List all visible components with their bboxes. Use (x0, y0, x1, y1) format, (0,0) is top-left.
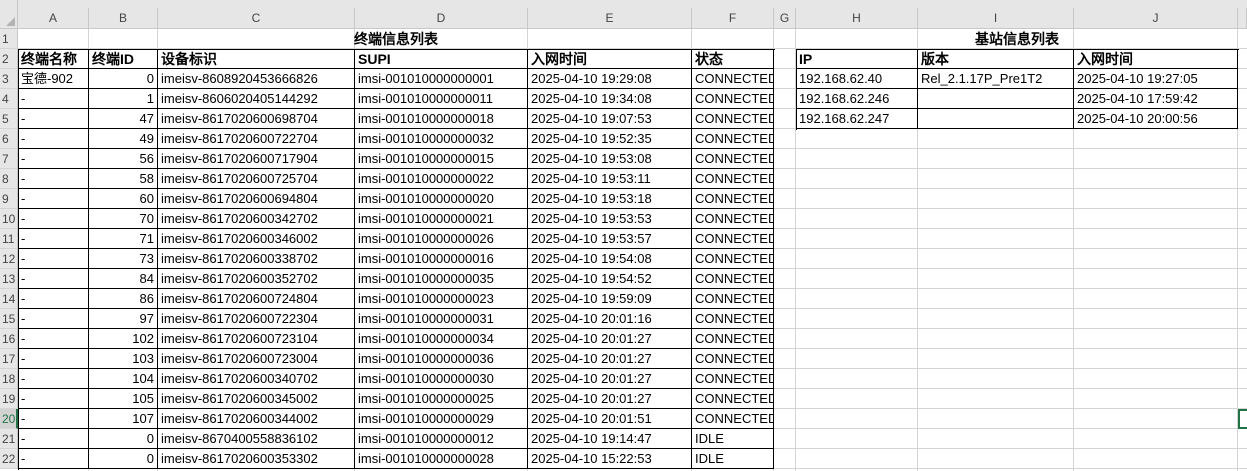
station-table-border (796, 49, 1239, 130)
row-header-7[interactable]: 7 (0, 149, 18, 169)
row-header-2[interactable]: 2 (0, 49, 18, 69)
row-header-3[interactable]: 3 (0, 69, 18, 89)
ribbon-edge (0, 0, 1247, 8)
row-header-5[interactable]: 5 (0, 109, 18, 129)
row-header-11[interactable]: 11 (0, 229, 18, 249)
row-header-18[interactable]: 18 (0, 369, 18, 389)
row-header-16[interactable]: 16 (0, 329, 18, 349)
spreadsheet[interactable]: ABCDEFGHIJ 1 2 3 4 5 6 7 8 9 10 11 12 13 14 15 16 17 18 19… (0, 0, 1247, 471)
column-header-e[interactable]: E (528, 8, 692, 29)
column-header-a[interactable]: A (18, 8, 89, 29)
column-header-j[interactable]: J (1074, 8, 1238, 29)
active-cell-selection[interactable] (1238, 409, 1247, 429)
column-header-c[interactable]: C (158, 8, 355, 29)
select-all-icon (6, 17, 15, 26)
row-header-14[interactable]: 14 (0, 289, 18, 309)
select-all-corner[interactable] (0, 0, 18, 29)
column-header-overflow (1238, 8, 1247, 29)
row-header-19[interactable]: 19 (0, 389, 18, 409)
row-header-6[interactable]: 6 (0, 129, 18, 149)
column-header-f[interactable]: F (692, 8, 774, 29)
column-header-b[interactable]: B (89, 8, 158, 29)
row-header-22[interactable]: 22 (0, 449, 18, 469)
row-header-1[interactable]: 1 (0, 29, 18, 49)
row-header-20[interactable]: 20 (0, 409, 18, 429)
row-header-21[interactable]: 21 (0, 429, 18, 449)
row-header-10[interactable]: 10 (0, 209, 18, 229)
station-table-title[interactable]: 基站信息列表 (796, 29, 1238, 49)
row-header-13[interactable]: 13 (0, 269, 18, 289)
row-header-9[interactable]: 9 (0, 189, 18, 209)
column-header-g[interactable]: G (774, 8, 796, 29)
terminal-table-title[interactable]: 终端信息列表 (18, 29, 774, 49)
row-header-4[interactable]: 4 (0, 89, 18, 109)
row-header-8[interactable]: 8 (0, 169, 18, 189)
row-header-12[interactable]: 12 (0, 249, 18, 269)
terminal-table-border (18, 49, 775, 470)
row-header-15[interactable]: 15 (0, 309, 18, 329)
column-header-d[interactable]: D (355, 8, 528, 29)
column-header-i[interactable]: I (918, 8, 1074, 29)
row-header-17[interactable]: 17 (0, 349, 18, 369)
column-header-h[interactable]: H (796, 8, 918, 29)
